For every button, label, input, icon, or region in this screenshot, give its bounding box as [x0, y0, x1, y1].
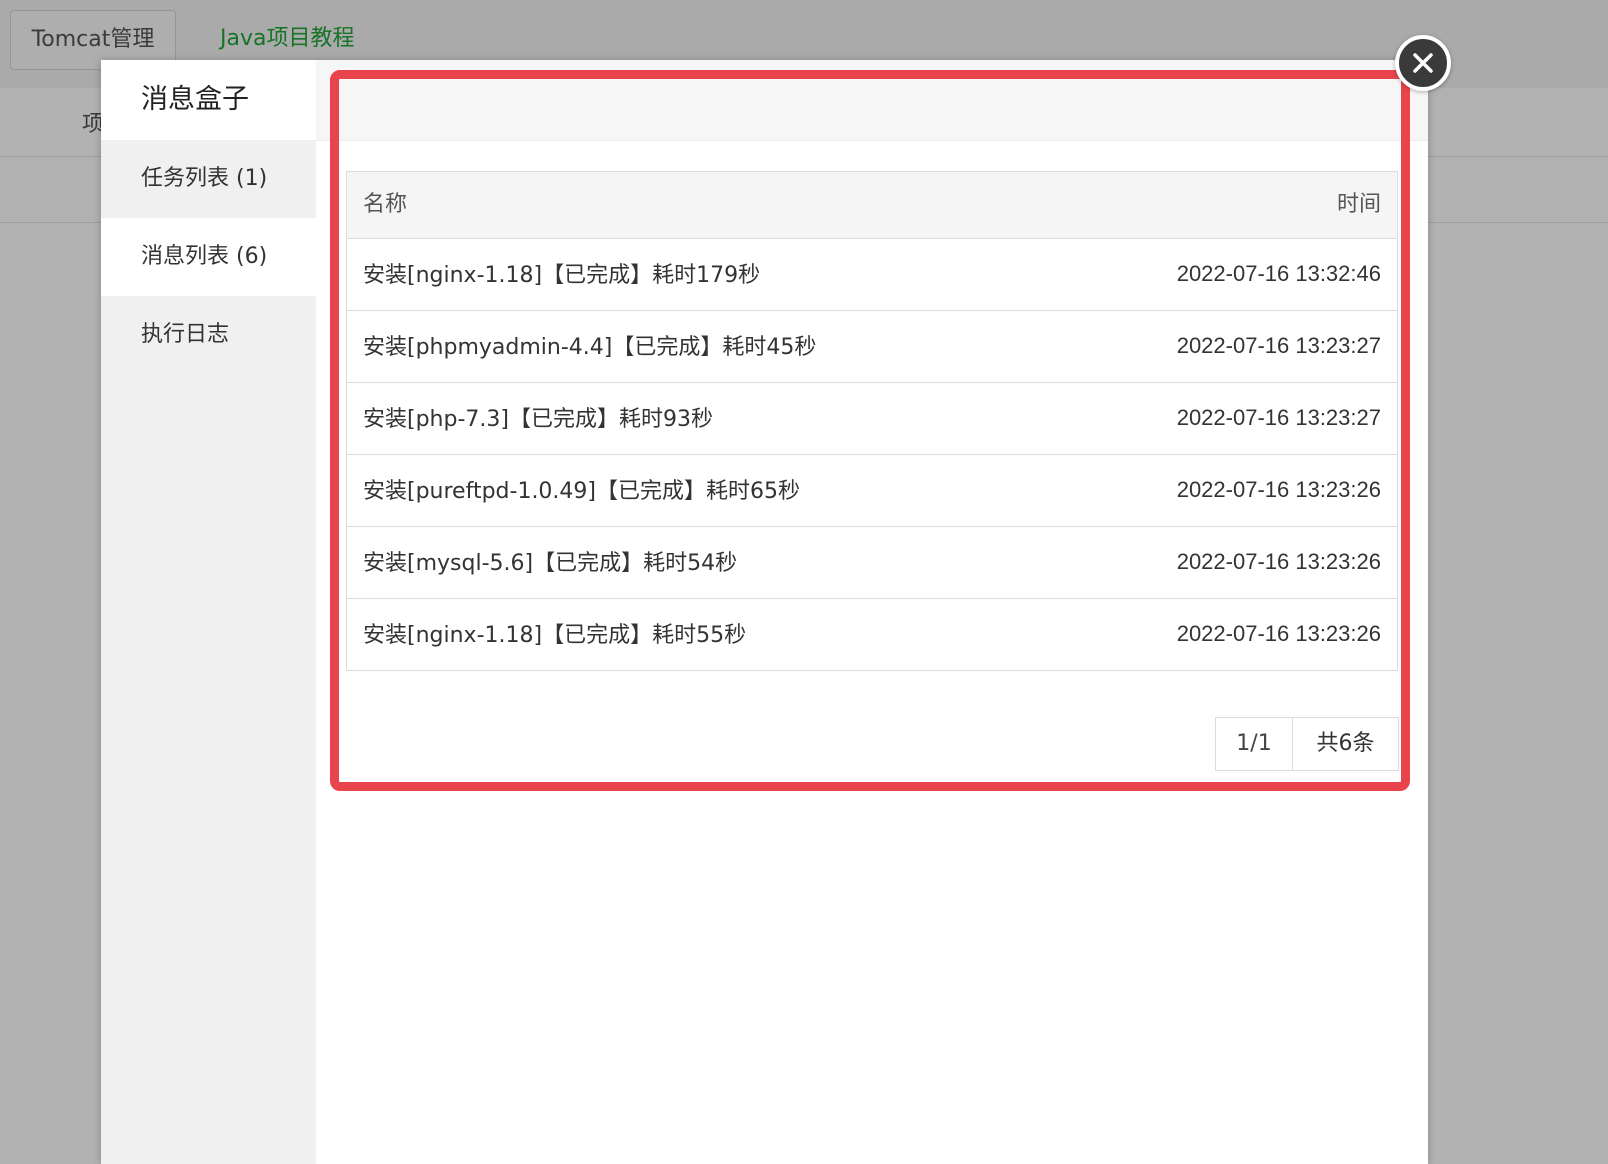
row-time: 2022-07-16 13:23:26 [1176, 477, 1381, 502]
table-row: 安装[nginx-1.18]【已完成】耗时179秒 2022-07-16 13:… [347, 239, 1397, 311]
table-row: 安装[phpmyadmin-4.4]【已完成】耗时45秒 2022-07-16 … [347, 311, 1397, 383]
pagination-page-indicator[interactable]: 1/1 [1216, 718, 1293, 770]
message-table: 名称 时间 安装[nginx-1.18]【已完成】耗时179秒 2022-07-… [346, 171, 1398, 671]
modal-title: 消息盒子 [101, 60, 316, 140]
table-row: 安装[nginx-1.18]【已完成】耗时55秒 2022-07-16 13:2… [347, 599, 1397, 670]
row-name: 安装[pureftpd-1.0.49]【已完成】耗时65秒 [363, 479, 800, 504]
message-box-modal: 消息盒子 任务列表 (1) 消息列表 (6) 执行日志 名称 时间 安装[ngi… [101, 60, 1428, 1164]
sidebar-item-tasks[interactable]: 任务列表 (1) [101, 140, 316, 218]
sidebar-item-exec-log[interactable]: 执行日志 [101, 296, 316, 374]
sidebar-item-messages[interactable]: 消息列表 (6) [101, 218, 316, 296]
close-icon [1413, 53, 1433, 73]
content-header [316, 60, 1428, 141]
row-name: 安装[phpmyadmin-4.4]【已完成】耗时45秒 [363, 335, 817, 360]
pagination-total-count: 共6条 [1316, 731, 1375, 756]
row-name: 安装[nginx-1.18]【已完成】耗时179秒 [363, 263, 761, 288]
pagination: 1/1 共6条 [1215, 717, 1399, 771]
column-header-time: 时间 [1336, 192, 1381, 217]
row-name: 安装[nginx-1.18]【已完成】耗时55秒 [363, 623, 747, 648]
table-row: 安装[mysql-5.6]【已完成】耗时54秒 2022-07-16 13:23… [347, 527, 1397, 599]
row-time: 2022-07-16 13:23:27 [1176, 405, 1381, 430]
close-button[interactable] [1395, 35, 1451, 91]
table-row: 安装[pureftpd-1.0.49]【已完成】耗时65秒 2022-07-16… [347, 455, 1397, 527]
row-time: 2022-07-16 13:32:46 [1176, 261, 1381, 286]
row-time: 2022-07-16 13:23:26 [1176, 621, 1381, 646]
column-header-name: 名称 [363, 192, 408, 217]
table-row: 安装[php-7.3]【已完成】耗时93秒 2022-07-16 13:23:2… [347, 383, 1397, 455]
row-name: 安装[php-7.3]【已完成】耗时93秒 [363, 407, 713, 432]
row-time: 2022-07-16 13:23:26 [1176, 549, 1381, 574]
row-name: 安装[mysql-5.6]【已完成】耗时54秒 [363, 551, 738, 576]
row-time: 2022-07-16 13:23:27 [1176, 333, 1381, 358]
table-header: 名称 时间 [347, 172, 1397, 239]
